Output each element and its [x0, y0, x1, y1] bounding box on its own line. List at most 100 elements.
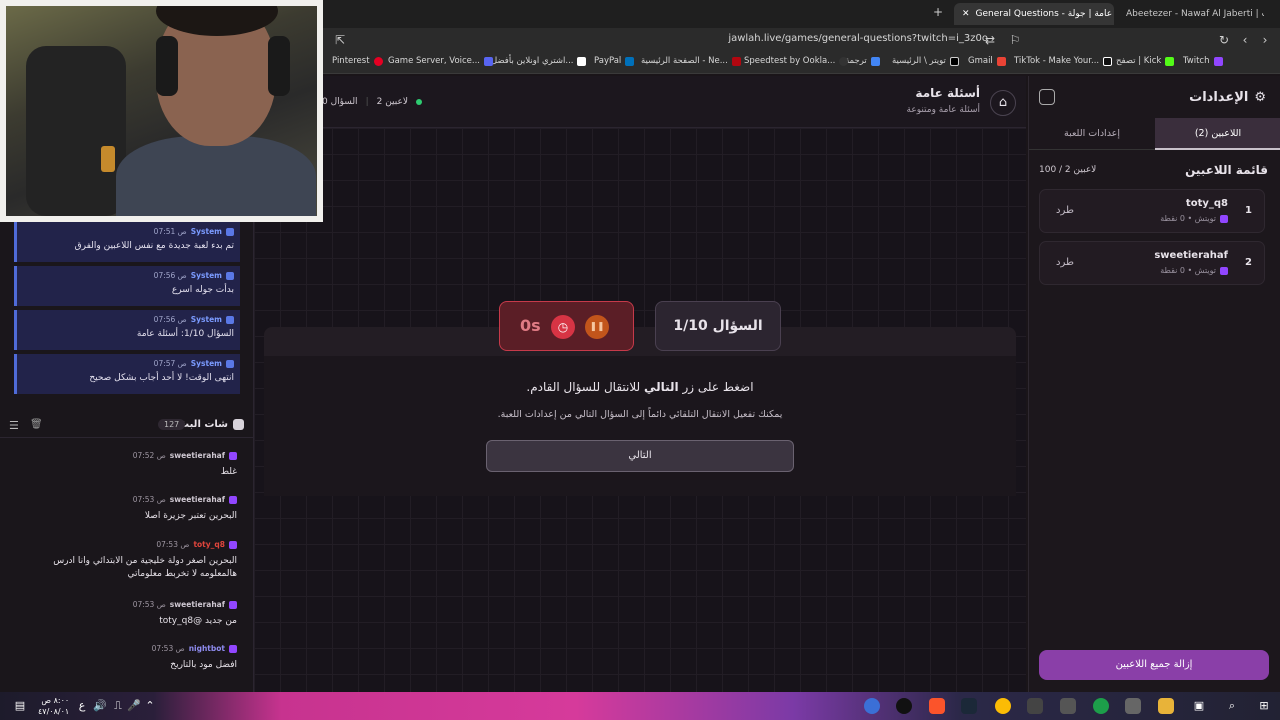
players-count: 2 لاعبين: [376, 97, 408, 107]
terminal-icon[interactable]: [1027, 698, 1043, 714]
forward-icon[interactable]: ›: [1257, 32, 1273, 48]
game-title: أسئلة عامة: [915, 86, 980, 100]
pinterest-icon: [373, 56, 383, 66]
chat-message: 07:52 ص sweetierahaf غلط: [132, 451, 237, 477]
chat-message: 07:53 ص nightbot افضل مود بالتاريخ: [151, 644, 237, 670]
kick-icon: [1165, 56, 1175, 66]
notifications-icon[interactable]: ▤: [12, 698, 28, 714]
tab-general-questions[interactable]: ✕ General Questions - أسئلة عامة | جولة: [954, 3, 1114, 25]
twitch-icon: [1220, 214, 1228, 223]
collapse-panel-icon[interactable]: [1039, 89, 1055, 105]
tab-abeetezer[interactable]: Abeetezer - Nawaf Al Jaberti | بث: [1118, 3, 1264, 25]
app-icon[interactable]: [1060, 698, 1076, 714]
remove-all-players-button[interactable]: إزالة جميع اللاعبين: [1039, 650, 1269, 680]
home-icon: ⌂: [998, 95, 1008, 110]
bookmark-item[interactable]: Gmail: [968, 56, 1006, 66]
discord-icon: [484, 56, 494, 66]
new-tab-icon[interactable]: +: [930, 4, 946, 20]
home-button[interactable]: ⌂: [990, 90, 1016, 116]
speedtest-icon: [839, 56, 849, 66]
url-field[interactable]: jawlah.live/games/general-questions?twit…: [728, 33, 988, 44]
search-icon[interactable]: ⌕: [1224, 698, 1240, 714]
chat-message: 07:53 ص sweetierahaf toty_q8@ من جديد: [132, 600, 237, 626]
chat-title: شات البث: [179, 419, 244, 430]
next-question-dialog: اضغط على زر التالي للانتقال للسؤال القاد…: [264, 356, 1016, 496]
reload-icon[interactable]: ↻: [1216, 32, 1232, 48]
taskbar: ▤ ٨:٠٠ ص ٤٧/٠٨/٠١ ع 🔊 ⎍ 🎤 ⌃ ▣ ⌕ ⊞: [0, 692, 1280, 720]
folder-icon[interactable]: [1158, 698, 1174, 714]
chat-header: شات البث 127 ☰ 🗑: [0, 414, 254, 438]
bookmark-icon[interactable]: ⚐: [1007, 32, 1023, 48]
bookmark-item[interactable]: PayPal: [594, 56, 635, 66]
bookmark-item[interactable]: Pinterest: [332, 56, 383, 66]
trash-icon[interactable]: 🗑: [30, 419, 43, 430]
task-view-icon[interactable]: ▣: [1191, 698, 1207, 714]
twitch-icon: [229, 495, 237, 504]
players-list-count: 100 / 2 لاعبين: [1039, 165, 1097, 175]
next-button[interactable]: التالي: [486, 440, 794, 472]
bookmark-item[interactable]: اشتري اونلاين بأفضل...: [491, 56, 587, 66]
bookmark-item[interactable]: ترجمة: [845, 56, 880, 66]
timer-value: 0s: [520, 316, 541, 335]
translate-icon[interactable]: ⇄: [982, 32, 998, 48]
system-clock[interactable]: ٨:٠٠ ص ٤٧/٠٨/٠١: [38, 695, 69, 717]
gmail-icon: [996, 56, 1006, 66]
store-icon[interactable]: [1125, 698, 1141, 714]
tab-players[interactable]: اللاعبين (2): [1155, 118, 1280, 150]
webcam-feed: [6, 6, 317, 216]
player-name: sweetierahaf: [1154, 250, 1228, 261]
close-tab-icon[interactable]: ✕: [962, 9, 970, 19]
network-icon[interactable]: ⎍: [110, 698, 126, 714]
brave-icon[interactable]: [929, 698, 945, 714]
pause-icon[interactable]: ❚❚: [585, 315, 609, 339]
auto-advance-hint: يمكنك تفعيل الانتقال التلقائي دائماً إلى…: [497, 409, 783, 420]
kick-button[interactable]: طرد: [1056, 205, 1074, 216]
app-icon[interactable]: [864, 698, 880, 714]
player-card: 1 toty_q8 تويتش • 0 نقطة طرد: [1039, 189, 1265, 233]
game-stats: السؤال 0 | 2 لاعبين: [322, 97, 422, 107]
bookmark-item[interactable]: Twitch: [1183, 56, 1223, 66]
system-badge-icon: [226, 271, 234, 280]
twitch-icon: [229, 451, 237, 460]
volume-icon[interactable]: 🔊: [92, 698, 108, 714]
players-list-title: قائمة اللاعبين: [1185, 163, 1268, 177]
bookmark-item[interactable]: Game Server, Voice...: [388, 56, 494, 66]
app-icon[interactable]: [1093, 698, 1109, 714]
tab-game-settings[interactable]: إعدادات اللعبة: [1029, 118, 1155, 150]
language-indicator[interactable]: ع: [74, 698, 90, 714]
app-icon[interactable]: [896, 698, 912, 714]
chrome-icon[interactable]: [995, 698, 1011, 714]
twitch-icon: [1220, 266, 1228, 275]
twitch-icon: [1213, 56, 1223, 66]
game-subtitle: أسئلة عامة ومتنوعة: [906, 105, 981, 115]
system-badge-icon: [226, 315, 234, 324]
timer-box: 0s ◷ ❚❚: [499, 301, 634, 351]
player-rank: 2: [1245, 257, 1252, 268]
player-name: toty_q8: [1185, 198, 1228, 209]
bookmark-item[interactable]: Speedtest by Ookla...: [744, 56, 849, 66]
chat-message: 07:53 ص sweetierahaf البحرين تعتبر جزيرة …: [132, 495, 237, 521]
bookmark-item[interactable]: تصفح | Kick: [1116, 56, 1175, 66]
steam-icon[interactable]: [961, 698, 977, 714]
twitch-icon: [229, 644, 237, 653]
chat-icon: [233, 419, 244, 430]
system-message: 07:56 ص System بدأت جوله اسرع: [14, 266, 240, 306]
windows-start-icon[interactable]: ⊞: [1256, 698, 1272, 714]
kick-button[interactable]: طرد: [1056, 257, 1074, 268]
paypal-icon: [625, 56, 635, 66]
bookmark-item[interactable]: TikTok - Make Your...: [1014, 56, 1113, 66]
share-icon[interactable]: ⇱: [332, 32, 348, 48]
bookmark-item[interactable]: الصفحة الرئيسية - Ne...: [641, 56, 741, 66]
tray-expand-icon[interactable]: ⌃: [142, 698, 158, 714]
question-number-box: السؤال 1/10: [655, 301, 781, 351]
mic-icon[interactable]: 🎤: [126, 698, 142, 714]
system-message: 07:57 ص System انتهى الوقت! لا أحد أجاب ب…: [14, 354, 240, 394]
back-icon[interactable]: ‹: [1237, 32, 1253, 48]
settings-title: الإعدادات ⚙: [1189, 90, 1266, 105]
bookmark-item[interactable]: تويتر \ الرئيسية: [892, 56, 959, 66]
chat-count-badge: 127: [158, 419, 186, 430]
netflix-icon: [731, 56, 741, 66]
system-message: 07:56 ص System السؤال 1/10: أسئلة عامة: [14, 310, 240, 350]
filter-icon[interactable]: ☰: [9, 419, 19, 432]
twitch-icon: [229, 540, 237, 549]
